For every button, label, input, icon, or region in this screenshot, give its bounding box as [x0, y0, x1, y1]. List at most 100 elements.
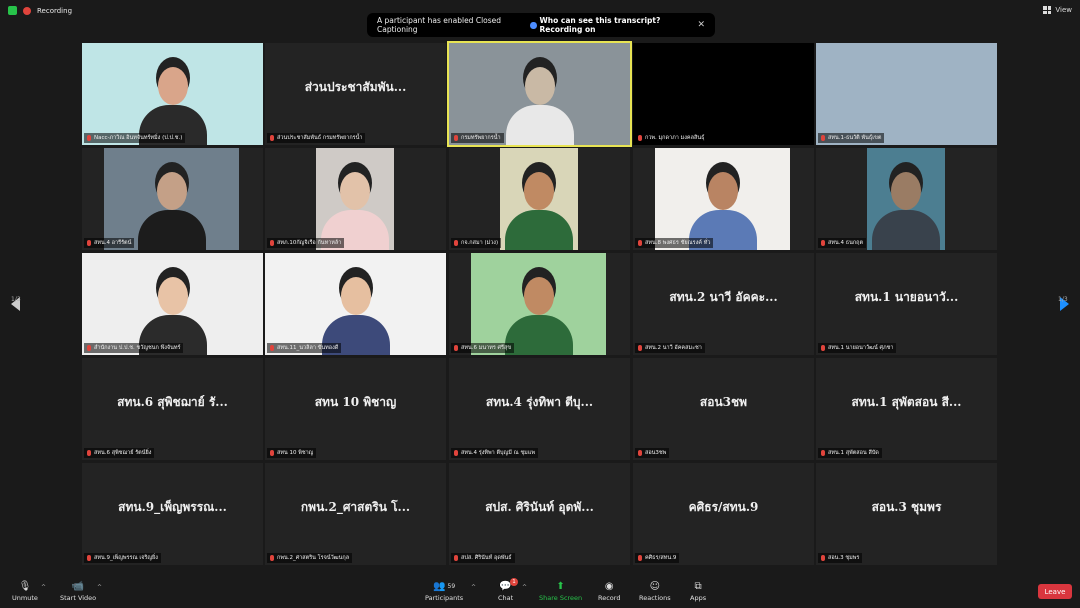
participant-tile[interactable]: สทน.6 สุพิชฌาย์ รั... สทน.6 สุพิชฌาย์ รัต… [82, 358, 263, 460]
participant-tile[interactable]: คศิธร/สทน.9 คศิธร/สทน.9 [633, 463, 814, 565]
unmute-button[interactable]: 🎙 Unmute [12, 580, 38, 603]
participant-video [500, 148, 578, 250]
participant-tile[interactable]: Nacc-ภาวิณ อินทจันทร์ทมิ่ง (ป.ป.ช.) [82, 43, 263, 145]
participant-tile[interactable]: สทน.4 อารีรัตน์ [82, 148, 263, 250]
participant-tile[interactable]: สทน.1 สุพัตสอน สี... สทน.1 สุพัตสอน สีบัด [816, 358, 997, 460]
record-dot-icon [23, 6, 31, 15]
participant-name: สทน.8 พงศธร ชัยณรงค์ ทั่ว [645, 240, 711, 246]
participant-name-label: สำนักงาน ป.ป.ช. ชวัญชนก พึงจันทร์ [84, 343, 184, 353]
video-options-chevron-icon[interactable]: ^ [97, 584, 102, 591]
participant-tile[interactable]: สทน.6 มนาทร ศรีสุข [449, 253, 630, 355]
participant-name: สทน.6 สุพิชฌาย์ รัตน์ยิ่ง [94, 450, 152, 456]
video-off-icon: 📹 [71, 580, 85, 592]
participant-tile[interactable]: สทภ.10กัญจิเรือ กันทาหล้า [265, 148, 446, 250]
participant-name-label: สทน.2 นาวี อัคคสมะชา [635, 343, 705, 353]
shield-icon [8, 6, 17, 15]
muted-mic-icon [454, 135, 458, 141]
participant-video [82, 253, 263, 355]
participant-name-label: สอน3ชพ [635, 448, 670, 458]
muted-mic-icon [821, 240, 825, 246]
participant-display-name: สทน.2 นาวี อัคคะ... [669, 289, 778, 304]
participant-tile[interactable]: กรมทรัพยากรน้ำ [447, 41, 632, 147]
participant-name: สทน.2 นาวี อัคคสมะชา [645, 345, 702, 351]
muted-mic-icon [454, 555, 458, 561]
meeting-toolbar: 🎙 Unmute ^ 📹 Start Video ^ 👥 59 Participa… [0, 574, 1080, 608]
participant-name: สทน.11_นวลิลา ขันทองดี [277, 345, 339, 351]
participant-tile[interactable]: สทน.4 รุ่งทิพา ตีบุ... สทน.4 รุ่งทิพา ตีบ… [449, 358, 630, 460]
close-icon[interactable]: ✕ [697, 20, 705, 30]
participant-name-label: กจ.กสมา (ม่วง) [451, 238, 502, 248]
muted-mic-icon [638, 555, 642, 561]
participant-tile[interactable]: กวพ. มุกดาภา มงคลสินธุ์ [633, 43, 814, 145]
apps-icon: ⧉ [694, 580, 702, 592]
start-video-label: Start Video [60, 594, 97, 602]
participant-display-name: คศิธร/สทน.9 [688, 499, 759, 514]
participant-display-name: ส่วนประชาสัมพัน... [304, 79, 407, 94]
participants-options-chevron-icon[interactable]: ^ [471, 584, 476, 591]
grid-view-icon [1043, 6, 1052, 14]
record-label: Record [598, 594, 621, 602]
participant-video [633, 43, 814, 145]
muted-mic-icon [87, 555, 91, 561]
muted-mic-icon [270, 555, 274, 561]
participant-name-label: สทน 10 พิชาญ [267, 448, 317, 458]
muted-mic-icon [821, 135, 825, 141]
participant-name: สทน 10 พิชาญ [277, 450, 314, 456]
participant-tile[interactable]: สทน.4 ธนกฤต [816, 148, 997, 250]
participant-tile[interactable]: สทน 10 พิชาญ สทน 10 พิชาญ [265, 358, 446, 460]
participant-tile[interactable]: สทน.1-ธนวัติ พันธุ์เขต [816, 43, 997, 145]
participant-name: สทน.4 ธนกฤต [828, 240, 864, 246]
participant-tile[interactable]: สำนักงาน ป.ป.ช. ชวัญชนก พึงจันทร์ [82, 253, 263, 355]
participant-name: สทน.4 อารีรัตน์ [94, 240, 132, 246]
participant-name-label: สทภ.10กัญจิเรือ กันทาหล้า [267, 238, 345, 248]
start-video-button[interactable]: 📹 Start Video [60, 580, 97, 603]
participant-name: ส่วนประชาสัมพันธ์ กรมทรัพยากรน้ำ [277, 135, 363, 141]
audio-options-chevron-icon[interactable]: ^ [41, 584, 46, 591]
participant-tile[interactable]: สทน.2 นาวี อัคคะ... สทน.2 นาวี อัคคสมะชา [633, 253, 814, 355]
participants-label: Participants [425, 594, 464, 602]
person-body [872, 210, 940, 250]
chat-options-chevron-icon[interactable]: ^ [522, 584, 527, 591]
banner-question: Who can see this transcript? Recording o… [539, 16, 661, 34]
participant-tile[interactable]: สอน3ชพ สอน3ชพ [633, 358, 814, 460]
leave-button[interactable]: Leave [1038, 584, 1072, 599]
muted-mic-icon [638, 450, 642, 456]
apps-button[interactable]: ⧉ Apps [690, 580, 706, 603]
participant-tile[interactable]: สอน.3 ชุมพร สอน.3 ชุมพร [816, 463, 997, 565]
participant-tile[interactable]: สทน.9_เพ็ญพรรณ... สทน.9_เพ็ญพรรณ เจริญยิ่… [82, 463, 263, 565]
participant-tile[interactable]: สทน.1 นายอนาวั... สทน.1 นายอนาวัฒน์ ศุภชา [816, 253, 997, 355]
participants-button[interactable]: 👥 59 Participants [425, 580, 464, 603]
participant-tile[interactable]: สปส. ศิรินันท์ อุดพั... สปส. ศิรินันท์ อุ… [449, 463, 630, 565]
participant-tile[interactable]: กจ.กสมา (ม่วง) [449, 148, 630, 250]
participant-video [471, 253, 606, 355]
recording-indicator[interactable]: Recording [8, 6, 72, 15]
participant-name-label: สทน.1 สุพัตสอน สีบัด [818, 448, 882, 458]
participant-video [82, 43, 263, 145]
participant-video [316, 148, 394, 250]
participant-name-label: สทน.9_เพ็ญพรรณ เจริญยิ่ง [84, 553, 161, 563]
muted-mic-icon [87, 345, 91, 351]
recording-label: Recording [37, 6, 73, 15]
participants-icon [530, 21, 537, 29]
participant-name-label: สทน.4 รุ่งทิพา ตีบุญมี ณ ชุมแพ [451, 448, 538, 458]
view-button[interactable]: View [1043, 6, 1072, 14]
participant-name: สอน3ชพ [645, 450, 667, 456]
participant-name-label: Nacc-ภาวิณ อินทจันทร์ทมิ่ง (ป.ป.ช.) [84, 133, 186, 143]
reactions-button[interactable]: ☺ Reactions [639, 580, 671, 603]
participant-tile[interactable]: สทน.8 พงศธร ชัยณรงค์ ทั่ว [633, 148, 814, 250]
person-body [505, 210, 573, 250]
share-screen-button[interactable]: ⬆ Share Screen [539, 580, 582, 603]
participant-display-name: สทน.1 สุพัตสอน สี... [851, 394, 962, 409]
participant-video [449, 43, 630, 145]
participant-tile[interactable]: กพน.2_ศาสตริน โ... กพน.2_ศาสตริน โรจน์วัฒ… [265, 463, 446, 565]
participant-tile[interactable]: ส่วนประชาสัมพัน... ส่วนประชาสัมพันธ์ กรมท… [265, 43, 446, 145]
participant-tile[interactable]: สทน.11_นวลิลา ขันทองดี [265, 253, 446, 355]
transcript-visibility-link[interactable]: Who can see this transcript? Recording o… [530, 16, 697, 34]
participant-name-label: สปส. ศิรินันท์ อุดพันธ์ [451, 553, 515, 563]
record-button[interactable]: ◉ Record [598, 580, 621, 603]
muted-mic-icon [821, 345, 825, 351]
participant-video [655, 148, 790, 250]
participant-name: กพน.2_ศาสตริน โรจน์วัฒนกุล [277, 555, 350, 561]
muted-microphone-icon: 🎙 [18, 580, 32, 592]
share-screen-icon: ⬆ [556, 580, 565, 592]
